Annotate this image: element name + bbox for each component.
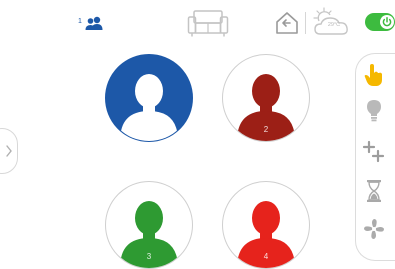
power-icon bbox=[380, 15, 394, 29]
bulb-icon bbox=[365, 99, 383, 123]
chevron-right-icon[interactable] bbox=[5, 144, 13, 158]
tool-fan-button[interactable] bbox=[359, 214, 389, 244]
tool-add-button[interactable] bbox=[359, 137, 389, 167]
home-back-button[interactable] bbox=[274, 10, 300, 36]
users-icon bbox=[84, 16, 104, 30]
hourglass-icon bbox=[365, 179, 383, 203]
user-avatar-2[interactable]: 2 bbox=[222, 54, 310, 142]
avatar-number: 4 bbox=[263, 252, 269, 261]
user-avatar-1[interactable] bbox=[105, 54, 193, 142]
home-back-icon bbox=[274, 10, 300, 36]
user-avatar-4[interactable]: 4 bbox=[222, 181, 310, 269]
avatar-number: 3 bbox=[146, 252, 152, 261]
topbar-divider bbox=[305, 12, 306, 34]
sofa-icon bbox=[187, 8, 229, 38]
users-count: 1 bbox=[78, 18, 82, 25]
user-avatar-3[interactable]: 3 bbox=[105, 181, 193, 269]
avatar-number: 2 bbox=[263, 125, 269, 134]
toggle-knob bbox=[380, 15, 394, 29]
fan-icon bbox=[362, 217, 386, 241]
tool-light-button[interactable] bbox=[359, 96, 389, 126]
user-silhouette-icon bbox=[120, 74, 178, 141]
tool-timer-button[interactable] bbox=[359, 176, 389, 206]
users-indicator[interactable]: 1 bbox=[78, 15, 104, 31]
sofa-button[interactable] bbox=[187, 8, 229, 38]
hand-pointer-icon bbox=[363, 63, 385, 87]
power-toggle[interactable] bbox=[365, 13, 395, 31]
weather-temperature: 29°C bbox=[327, 22, 341, 28]
tool-hand-button[interactable] bbox=[359, 60, 389, 90]
plus-plus-icon bbox=[362, 140, 386, 164]
